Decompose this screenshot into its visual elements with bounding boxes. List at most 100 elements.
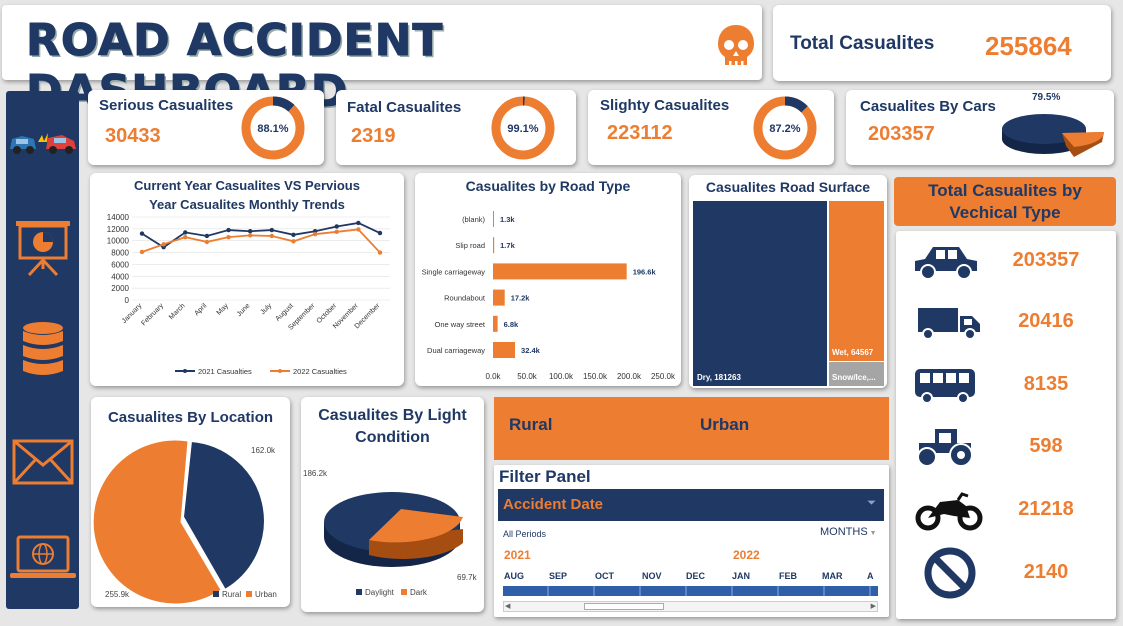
kpi-fatal-card: Fatal Casualites 2319 99.1% (336, 90, 576, 165)
treemap-snow[interactable]: Snow/Ice,... (829, 362, 884, 386)
legend-marker (278, 369, 282, 373)
kpi-donut-label: 99.1% (507, 123, 538, 135)
category-label: Roundabout (444, 294, 486, 303)
vehicle-row-motorcycle[interactable]: 21218 (896, 486, 1116, 536)
y-tick-label: 6000 (111, 260, 129, 269)
data-label: 32.4k (521, 346, 541, 355)
bar (493, 263, 627, 280)
data-point (377, 250, 383, 255)
month-label[interactable]: A (867, 571, 874, 581)
timeline-bar[interactable] (503, 586, 878, 596)
chevron-down-icon: ▼ (867, 530, 877, 537)
mail-nav[interactable] (6, 439, 79, 485)
x-tick-label: 100.0k (549, 372, 574, 381)
slicer-item-urban[interactable]: Urban (700, 415, 749, 435)
kpi-donut: 99.1% (491, 96, 555, 160)
data-point (334, 229, 339, 235)
bar (493, 211, 494, 227)
slicer-item-rural[interactable]: Rural (509, 415, 552, 435)
data-point (356, 220, 361, 226)
vehicle-value: 203357 (1012, 249, 1080, 271)
vehicle-row-tractor[interactable]: 598 (896, 423, 1116, 473)
y-tick-label: 4000 (111, 272, 129, 281)
vehicle-value: 21218 (1018, 498, 1074, 520)
vehicle-row-truck[interactable]: 20416 (896, 298, 1116, 348)
data-point (139, 249, 145, 255)
data-label: 196.6k (633, 267, 657, 276)
location-chart-card: Casualites By Location 162.0k 255.9k Rur… (91, 397, 290, 607)
month-label[interactable]: DEC (686, 571, 705, 581)
scroll-thumb[interactable] (584, 603, 664, 610)
category-label: Dual carriageway (427, 346, 485, 355)
month-label[interactable]: OCT (595, 571, 614, 581)
data-point (269, 227, 275, 233)
laptop-nav[interactable] (6, 535, 79, 581)
sidebar (6, 91, 79, 609)
treemap-dry-label: Dry, 181263 (697, 373, 741, 382)
legend-rural: Rural (222, 590, 241, 599)
presentation-nav[interactable] (6, 219, 79, 277)
road-type-chart-card: Casualites by Road Type (blank) 1.3k Slip … (415, 173, 681, 386)
category-label: (blank) (462, 215, 485, 224)
data-point (183, 234, 188, 240)
trend-line-chart: 14000120001000080006000400020000JanuaryF… (107, 213, 390, 376)
tractor-icon (917, 429, 973, 467)
year-label-2022: 2022 (733, 548, 760, 562)
legend-daylight: Daylight (365, 588, 395, 597)
vehicle-value: 598 (1029, 435, 1063, 457)
kpi-donut-label: 88.1% (257, 123, 288, 135)
truck-icon (918, 308, 980, 340)
month-label[interactable]: NOV (642, 571, 662, 581)
car-crash-nav[interactable] (6, 127, 79, 157)
kpi-slight-card: Slighty Casualites 223112 87.2% (588, 90, 834, 165)
x-tick-label: March (168, 302, 187, 321)
vehicle-value: 20416 (1018, 310, 1074, 332)
y-tick-label: 0 (125, 296, 130, 305)
clear-filter-icon[interactable]: ⏷ (867, 497, 876, 510)
data-point (161, 242, 166, 247)
timeline-scrollbar[interactable]: ◀ ▶ (503, 601, 878, 612)
vehicle-row-other[interactable]: 2140 (896, 547, 1116, 599)
y-tick-label: 8000 (111, 249, 129, 258)
motorcycle-icon (915, 492, 983, 531)
total-casualties-value: 255864 (985, 31, 1072, 61)
legend-label: 2022 Casualties (293, 367, 347, 376)
data-point (226, 227, 231, 233)
database-icon (22, 322, 63, 375)
pie-label-rural: 162.0k (251, 446, 276, 455)
kpi-donut: 88.1% (241, 96, 305, 160)
vehicle-row-car[interactable]: 203357 (896, 237, 1116, 287)
kpi-value: 2319 (351, 125, 396, 147)
y-tick-label: 2000 (111, 284, 129, 293)
x-tick-label: 200.0k (617, 372, 642, 381)
month-label[interactable]: AUG (504, 571, 524, 581)
kpi-label: Casualites By Cars (860, 98, 996, 115)
data-label: 1.7k (500, 241, 515, 250)
kpi-value: 223112 (607, 122, 673, 144)
x-tick-label: August (275, 302, 295, 322)
vehicle-row-bus[interactable]: 8135 (896, 361, 1116, 411)
scroll-left-arrow[interactable]: ◀ (505, 602, 510, 610)
data-point (334, 224, 339, 229)
y-tick-label: 14000 (107, 213, 130, 222)
x-tick-label: July (259, 302, 273, 316)
all-periods-label: All Periods (503, 529, 547, 539)
data-point (291, 239, 296, 244)
treemap-dry[interactable]: Dry, 181263 (693, 201, 827, 386)
month-label[interactable]: FEB (779, 571, 797, 581)
kpi-label: Serious Casualites (99, 97, 234, 114)
granularity-dropdown[interactable]: MONTHS ▼ (820, 526, 877, 538)
treemap-wet-label: Wet, 64567 (832, 348, 874, 357)
month-label[interactable]: MAR (822, 571, 843, 581)
surface-chart-card: Casualites Road Surface Dry, 181263 Wet,… (689, 175, 887, 388)
month-label[interactable]: SEP (549, 571, 567, 581)
bar (493, 237, 495, 254)
month-label[interactable]: JAN (732, 571, 750, 581)
kpi-donut-label: 87.2% (769, 123, 800, 135)
database-nav[interactable] (6, 321, 79, 381)
bus-icon (915, 369, 975, 404)
area-slicer: Rural Urban (494, 397, 889, 460)
scroll-right-arrow[interactable]: ▶ (871, 602, 876, 610)
legend-marker (183, 369, 187, 373)
treemap-wet[interactable]: Wet, 64567 (829, 201, 884, 361)
